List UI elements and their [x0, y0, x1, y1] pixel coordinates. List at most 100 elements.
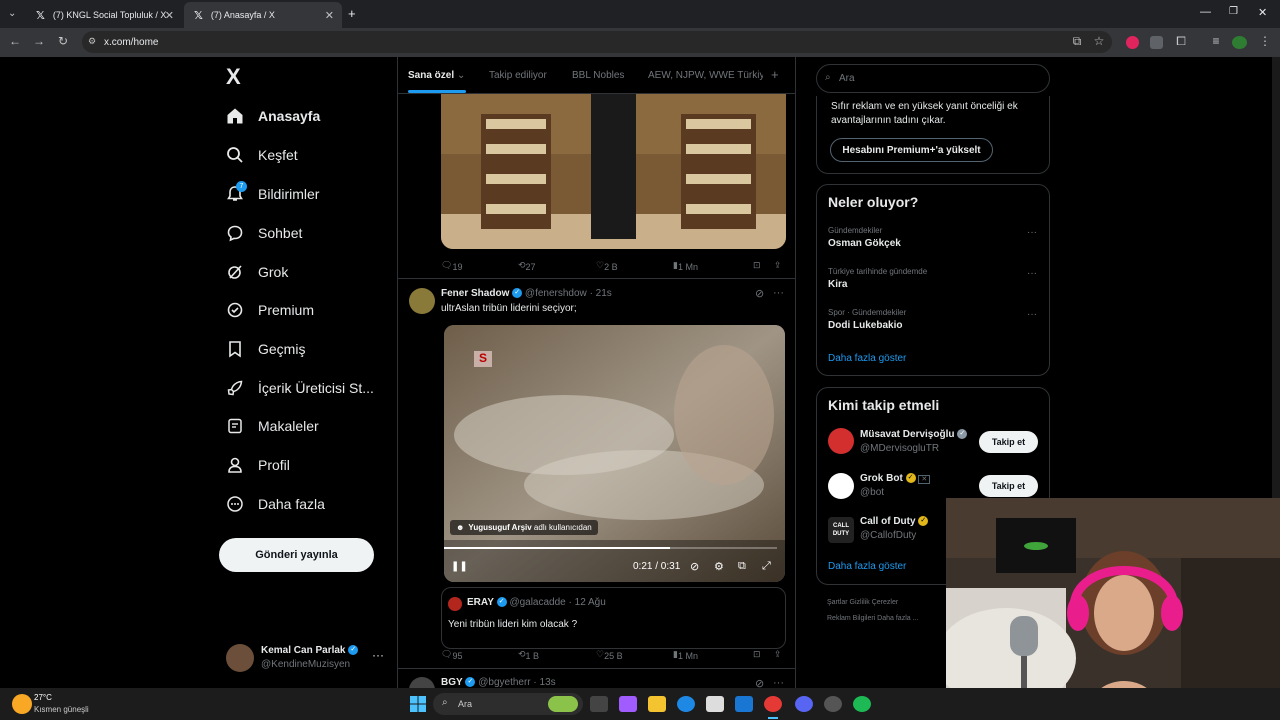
media-control-icon[interactable]: ≡ [1208, 34, 1224, 48]
chevron-down-icon[interactable]: ⌄ [457, 70, 465, 81]
more-icon[interactable]: ··· [372, 648, 384, 662]
avatar[interactable] [828, 428, 854, 454]
forward-icon[interactable]: → [31, 34, 47, 48]
browser-tab-knglsocial[interactable]: 𝕏 (7) KNGL Social Topluluk / X ✕ [26, 2, 182, 28]
like-button[interactable]: ♡ 25 B [596, 649, 623, 661]
more-icon[interactable]: ··· [773, 677, 784, 688]
nav-item-explore[interactable]: Keşfet [224, 140, 298, 170]
video-credit[interactable]: ☻ Yugusuguf Arşiv adlı kullanıcıdan [450, 520, 598, 535]
reload-icon[interactable]: ↻ [55, 34, 71, 48]
picture-in-picture-icon[interactable]: ⧉ [738, 560, 746, 573]
post-author-handle[interactable]: @fenershdow [525, 288, 587, 299]
tab-bbl-nobles[interactable]: BBL Nobles [572, 70, 624, 81]
browser-menu-icon[interactable]: ⋮ [1257, 34, 1273, 48]
quoted-post[interactable]: ERAY ✓ @galacadde · 12 Ağu Yeni tribün l… [441, 587, 786, 649]
nav-item-home[interactable]: Anasayfa [224, 101, 320, 131]
copilot-icon[interactable] [619, 696, 637, 712]
trend-item[interactable]: Kira [828, 279, 847, 290]
bookmark-icon[interactable]: ⊡ [753, 649, 761, 660]
more-icon[interactable]: ··· [1027, 268, 1037, 279]
avatar[interactable]: CALL DUTY [828, 517, 854, 543]
nav-item-profile[interactable]: Profil [224, 450, 290, 480]
upgrade-premium-button[interactable]: Hesabını Premium+'a yükselt [830, 138, 993, 162]
nav-item-articles[interactable]: Makaleler [224, 411, 319, 441]
tab-list-icon[interactable]: ⌄ [8, 8, 16, 19]
extension-icon[interactable] [1150, 36, 1163, 49]
edge-icon[interactable] [677, 696, 695, 712]
video-progress-bar[interactable] [444, 547, 777, 549]
x-logo-icon[interactable]: X [226, 64, 241, 90]
more-icon[interactable]: ··· [1027, 227, 1037, 238]
footer-links[interactable]: Şartlar Gizlilik Çerezler [827, 599, 898, 606]
grok-icon[interactable]: ⊘ [755, 287, 764, 300]
back-icon[interactable]: ← [7, 34, 23, 48]
extension-icon[interactable] [1126, 36, 1139, 49]
post-time[interactable]: · 13s [533, 677, 555, 688]
file-explorer-icon[interactable] [648, 696, 666, 712]
window-close-icon[interactable]: ✕ [1258, 6, 1267, 19]
post-author-name[interactable]: Fener Shadow [441, 288, 509, 299]
weather-icon[interactable] [12, 694, 32, 714]
spotify-icon[interactable] [853, 696, 871, 712]
more-icon[interactable]: ··· [773, 287, 784, 299]
repost-button[interactable]: ⟲ 1 B [518, 649, 539, 661]
extensions-puzzle-icon[interactable]: ⧠ [1173, 34, 1189, 49]
show-more-follow-link[interactable]: Daha fazla göster [828, 561, 906, 572]
bookmark-star-icon[interactable]: ☆ [1091, 34, 1107, 48]
nav-item-creator-studio[interactable]: İçerik Üreticisi St... [224, 373, 374, 403]
reply-button[interactable]: 🗨 19 [441, 260, 462, 272]
repost-button[interactable]: ⟲ 27 [518, 260, 536, 272]
account-switcher[interactable]: Kemal Can Parlak ✓ @KendineMuzisyen ··· [226, 642, 386, 674]
chrome-icon[interactable] [764, 696, 782, 712]
suggested-account-name[interactable]: Müsavat Dervişoğlu ✓ [860, 429, 968, 440]
restore-icon[interactable]: ❐ [1229, 6, 1238, 17]
suggested-account-name[interactable]: Grok Bot ✓ ✕ [860, 473, 931, 484]
video-player[interactable]: S ☻ Yugusuguf Arşiv adlı kullanıcıdan ❚❚… [444, 325, 785, 582]
address-bar[interactable]: ⚙ x.com/home [82, 31, 1112, 53]
share-icon[interactable]: ⇪ [774, 260, 782, 271]
like-button[interactable]: ♡ 2 B [596, 260, 618, 272]
reply-button[interactable]: 🗨 95 [441, 649, 462, 661]
follow-button[interactable]: Takip et [979, 475, 1038, 497]
task-view-icon[interactable] [590, 696, 608, 712]
mute-icon[interactable]: ⊘ [690, 560, 699, 573]
more-icon[interactable]: ··· [1027, 309, 1037, 320]
nav-item-bookmarks[interactable]: Geçmiş [224, 334, 305, 364]
weather-temp[interactable]: 27°C [34, 693, 52, 702]
avatar[interactable] [828, 473, 854, 499]
nav-item-premium[interactable]: Premium [224, 295, 314, 325]
steam-icon[interactable] [824, 696, 842, 712]
suggested-account-name[interactable]: Call of Duty ✓ [860, 516, 929, 527]
bookmark-icon[interactable]: ⊡ [753, 260, 761, 271]
mail-icon[interactable] [735, 696, 753, 712]
tab-for-you[interactable]: Sana özel [408, 70, 454, 81]
post-time[interactable]: · 21s [590, 288, 612, 299]
minimize-icon[interactable]: — [1200, 6, 1211, 18]
grok-icon[interactable]: ⊘ [755, 677, 764, 688]
add-tab-icon[interactable]: + [771, 67, 779, 82]
discord-icon[interactable] [795, 696, 813, 712]
profile-avatar-icon[interactable] [1232, 36, 1247, 49]
store-icon[interactable] [706, 696, 724, 712]
fullscreen-icon[interactable]: ⤢ [762, 560, 771, 573]
taskbar-search[interactable]: ⌕ Ara [433, 693, 583, 715]
follow-button[interactable]: Takip et [979, 431, 1038, 453]
tab-following[interactable]: Takip ediliyor [489, 70, 547, 81]
pause-icon[interactable]: ❚❚ [451, 561, 468, 572]
install-app-icon[interactable]: ⧉ [1069, 34, 1085, 49]
post-author-name[interactable]: BGY [441, 677, 463, 688]
site-info-icon[interactable]: ⚙ [88, 36, 96, 47]
nav-item-chat[interactable]: Sohbet [224, 218, 302, 248]
windows-start-icon[interactable] [410, 696, 426, 712]
share-icon[interactable]: ⇪ [774, 649, 782, 660]
browser-tab-anasayfa[interactable]: 𝕏 (7) Anasayfa / X ✕ [184, 2, 342, 28]
nav-item-more[interactable]: Daha fazla [224, 489, 325, 519]
new-tab-icon[interactable]: + [348, 6, 356, 21]
views-button[interactable]: ▮ 1 Mn [673, 260, 698, 272]
tab-aew-njpw-wwe[interactable]: AEW, NJPW, WWE Türkiy [648, 70, 763, 81]
avatar[interactable] [409, 677, 435, 688]
settings-gear-icon[interactable]: ⚙ [714, 560, 724, 573]
close-icon[interactable]: ✕ [165, 9, 174, 22]
nav-item-notifications[interactable]: 7 Bildirimler [224, 179, 319, 209]
post-author-handle[interactable]: @bgyetherr [478, 677, 530, 688]
